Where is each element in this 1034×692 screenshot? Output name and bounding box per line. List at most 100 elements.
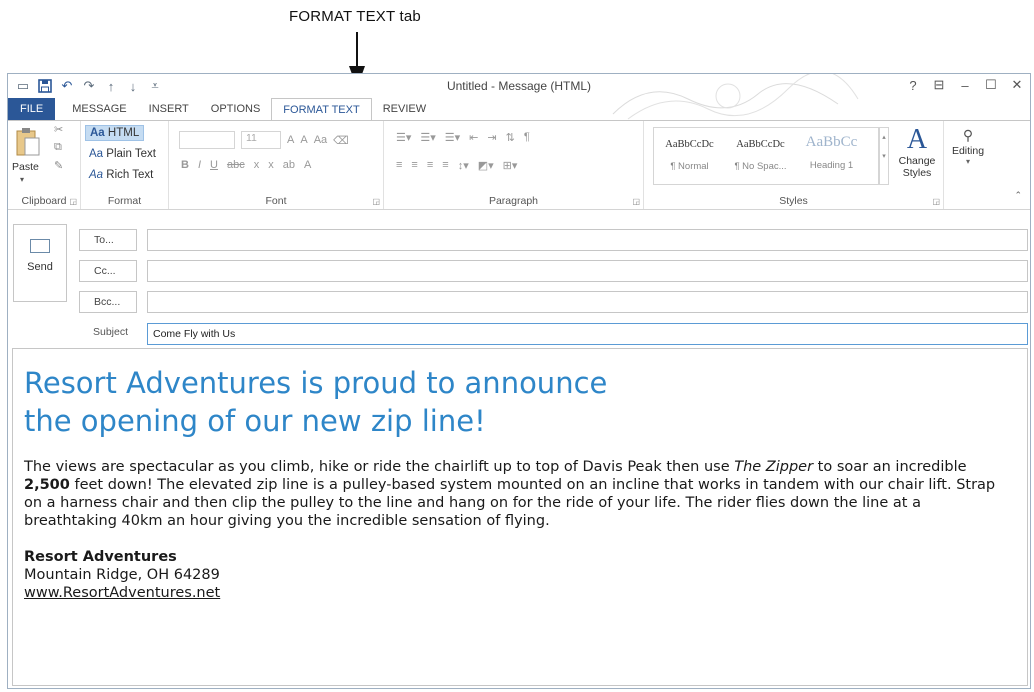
- outlook-message-window: ▭ ↶ ↷ ↑ ↓ ⩡ Untitled - Message (HTML) ? …: [7, 73, 1031, 689]
- to-field[interactable]: [147, 229, 1028, 251]
- align-right-icon[interactable]: ≡: [427, 159, 433, 172]
- font-group: 11 A A Aa ⌫ B I U abc x x ab A Font ◲: [169, 121, 384, 209]
- tab-message[interactable]: MESSAGE: [61, 98, 137, 120]
- message-body[interactable]: Resort Adventures is proud to announce t…: [12, 348, 1028, 686]
- format-plain-text-button[interactable]: Aa Plain Text: [85, 147, 160, 161]
- style-normal-name: ¶ Normal: [670, 161, 709, 172]
- style-normal-sample: AaBbCcDc: [665, 139, 714, 150]
- ribbon-display-options-button[interactable]: ⊟: [926, 74, 952, 96]
- change-styles-label-1: Change: [898, 155, 936, 167]
- increase-indent-icon[interactable]: ⇥: [487, 131, 496, 144]
- signature-name: Resort Adventures: [24, 549, 177, 565]
- cc-button[interactable]: Cc...: [79, 260, 137, 282]
- format-painter-icon[interactable]: ✎: [54, 159, 63, 172]
- style-heading-1[interactable]: AaBbCc Heading 1: [796, 128, 867, 184]
- styles-launcher-icon[interactable]: ◲: [932, 197, 940, 206]
- numbering-icon[interactable]: ☰▾: [420, 131, 435, 144]
- styles-group: AaBbCcDc ¶ Normal AaBbCcDc ¶ No Spac... …: [644, 121, 944, 209]
- bcc-field[interactable]: [147, 291, 1028, 313]
- clipboard-launcher-icon[interactable]: ◲: [69, 197, 77, 206]
- borders-icon[interactable]: ⊞▾: [503, 159, 518, 172]
- change-styles-icon: A: [906, 124, 928, 155]
- send-button[interactable]: Send: [13, 224, 67, 302]
- styles-group-label: Styles: [779, 195, 808, 207]
- line-spacing-icon[interactable]: ↕▾: [458, 159, 469, 172]
- justify-icon[interactable]: ≡: [442, 159, 448, 172]
- shrink-font-button[interactable]: A: [300, 134, 307, 146]
- close-button[interactable]: ✕: [1004, 74, 1030, 96]
- style-heading-1-name: Heading 1: [809, 160, 854, 171]
- binoculars-icon: ⚲: [962, 127, 974, 143]
- font-launcher-icon[interactable]: ◲: [372, 197, 380, 206]
- bcc-button[interactable]: Bcc...: [79, 291, 137, 313]
- plain-text-format-label: Plain Text: [106, 148, 156, 160]
- paste-label[interactable]: Paste: [12, 161, 39, 173]
- paragraph-row-top: ☰▾ ☰▾ ☰▾ ⇤ ⇥ ⇅ ¶: [396, 131, 530, 144]
- style-heading-1-sample: AaBbCc: [805, 134, 858, 150]
- ribbon-tabs: FILE MESSAGE INSERT OPTIONS FORMAT TEXT …: [8, 98, 1030, 121]
- format-rich-text-button[interactable]: Aa Rich Text: [85, 168, 157, 182]
- headline-line-1: Resort Adventures is proud to announce: [24, 366, 608, 400]
- align-left-icon[interactable]: ≡: [396, 159, 402, 172]
- paste-dropdown-icon[interactable]: ▾: [20, 175, 24, 184]
- clear-formatting-icon[interactable]: ⌫: [333, 134, 349, 147]
- shading-icon[interactable]: ◩▾: [478, 159, 494, 172]
- subscript-button[interactable]: x: [254, 159, 260, 171]
- cut-icon[interactable]: ✂: [54, 123, 63, 136]
- tab-review[interactable]: REVIEW: [372, 98, 437, 120]
- headline-line-2: the opening of our new zip line!: [24, 404, 486, 438]
- align-center-icon[interactable]: ≡: [411, 159, 417, 172]
- copy-icon[interactable]: ⧉: [54, 141, 62, 154]
- font-row-top: 11 A A Aa ⌫: [179, 131, 349, 149]
- cc-field[interactable]: [147, 260, 1028, 282]
- style-no-spacing-sample: AaBbCcDc: [736, 139, 785, 150]
- bold-button[interactable]: B: [181, 159, 189, 171]
- font-size-box[interactable]: 11: [241, 131, 281, 149]
- grow-font-button[interactable]: A: [287, 134, 294, 146]
- minimize-button[interactable]: –: [952, 74, 978, 96]
- html-format-label: HTML: [107, 127, 140, 139]
- headline: Resort Adventures is proud to announce t…: [24, 364, 1016, 440]
- highlight-button[interactable]: ab: [283, 159, 295, 171]
- style-normal[interactable]: AaBbCcDc ¶ Normal: [654, 128, 725, 184]
- bullets-icon[interactable]: ☰▾: [396, 131, 411, 144]
- restore-button[interactable]: ☐: [978, 74, 1004, 96]
- font-color-button[interactable]: A: [304, 159, 311, 171]
- change-styles-button[interactable]: A Change Styles: [894, 124, 940, 180]
- show-marks-icon[interactable]: ¶: [524, 131, 530, 144]
- to-button[interactable]: To...: [79, 229, 137, 251]
- collapse-ribbon-icon[interactable]: ⌃: [1014, 190, 1022, 201]
- paragraph-group-label: Paragraph: [488, 195, 539, 207]
- tab-insert[interactable]: INSERT: [138, 98, 200, 120]
- format-html-button[interactable]: Aa HTML: [85, 125, 145, 141]
- help-button[interactable]: ?: [900, 74, 926, 96]
- style-no-spacing[interactable]: AaBbCcDc ¶ No Spac...: [725, 128, 796, 184]
- plain-text-format-icon: Aa: [89, 148, 104, 160]
- ribbon: Paste ▾ ✂ ⧉ ✎ Clipboard ◲ Aa HTML Aa Pla…: [8, 120, 1030, 210]
- paragraph-launcher-icon[interactable]: ◲: [632, 197, 640, 206]
- editing-label: Editing: [951, 145, 985, 157]
- sort-icon[interactable]: ⇅: [506, 131, 515, 144]
- underline-button[interactable]: U: [210, 159, 218, 171]
- decrease-indent-icon[interactable]: ⇤: [469, 131, 478, 144]
- styles-gallery-scroll[interactable]: ▴ ▾: [879, 127, 889, 185]
- body-paragraph: The views are spectacular as you climb, …: [24, 458, 1016, 530]
- styles-gallery: AaBbCcDc ¶ Normal AaBbCcDc ¶ No Spac... …: [653, 127, 879, 185]
- callout-arrow-line: [356, 32, 358, 68]
- multilevel-list-icon[interactable]: ☰▾: [445, 131, 460, 144]
- change-case-button[interactable]: Aa: [314, 134, 327, 146]
- superscript-button[interactable]: x: [268, 159, 274, 171]
- tab-file[interactable]: FILE: [8, 98, 56, 120]
- clipboard-group: Paste ▾ ✂ ⧉ ✎ Clipboard ◲: [8, 121, 81, 209]
- subject-field[interactable]: Come Fly with Us: [147, 323, 1028, 345]
- tab-format-text[interactable]: FORMAT TEXT: [271, 98, 372, 121]
- editing-button[interactable]: ⚲ Editing ▾: [948, 125, 988, 166]
- tab-options[interactable]: OPTIONS: [200, 98, 272, 120]
- signature-link[interactable]: www.ResortAdventures.net: [24, 584, 1016, 602]
- paragraph-group: ☰▾ ☰▾ ☰▾ ⇤ ⇥ ⇅ ¶ ≡ ≡ ≡ ≡ ↕▾ ◩▾ ⊞▾ Paragr…: [384, 121, 644, 209]
- font-name-box[interactable]: [179, 131, 235, 149]
- italic-button[interactable]: I: [198, 159, 201, 171]
- title-bar: ▭ ↶ ↷ ↑ ↓ ⩡ Untitled - Message (HTML) ? …: [8, 74, 1030, 120]
- strikethrough-button[interactable]: abc: [227, 159, 245, 171]
- paste-icon[interactable]: [15, 127, 41, 157]
